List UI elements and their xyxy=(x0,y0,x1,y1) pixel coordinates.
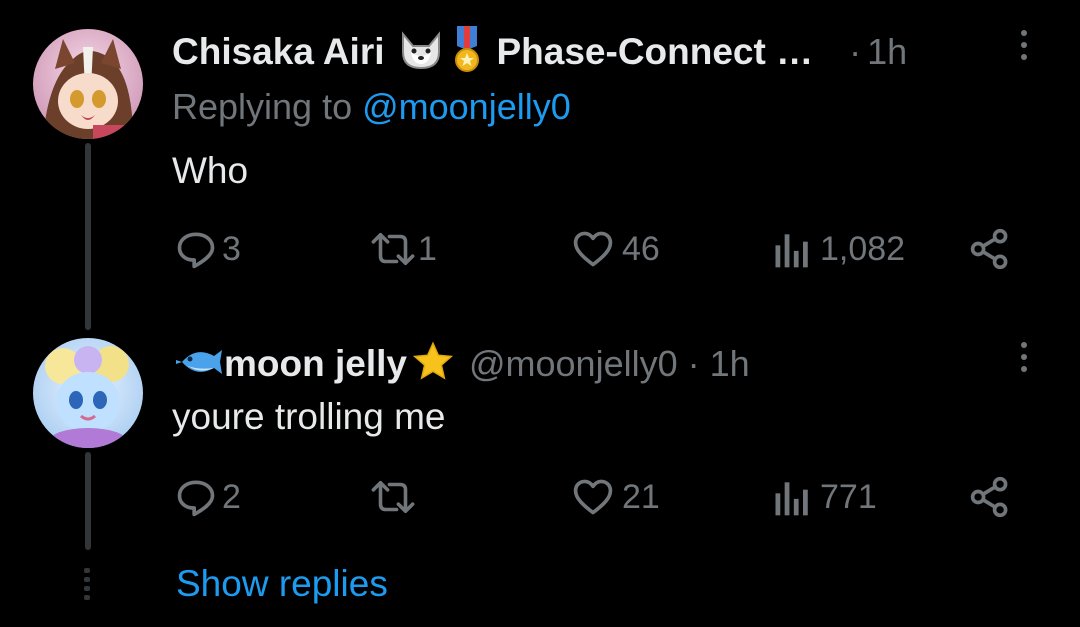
star-icon xyxy=(411,340,455,389)
wolf-face-icon xyxy=(399,30,443,75)
collapsed-thread-dots xyxy=(84,568,90,604)
reply-button[interactable]: 2 xyxy=(174,475,241,519)
tweet-header: Chisaka Airi Phase-Connect … · 1h xyxy=(172,25,907,79)
separator-dot: · xyxy=(687,343,700,384)
view-count: 771 xyxy=(820,477,877,516)
separator-dot: · xyxy=(849,31,862,72)
retweet-icon xyxy=(371,232,415,266)
tweet-chisaka-airi[interactable]: Chisaka Airi Phase-Connect … · 1h Replyi… xyxy=(0,0,1080,330)
timestamp[interactable]: 1h xyxy=(867,31,907,73)
thread-line xyxy=(85,143,91,330)
avatar[interactable] xyxy=(33,29,143,139)
share-icon xyxy=(970,476,1008,518)
military-medal-icon xyxy=(453,25,481,79)
views-button[interactable]: 771 xyxy=(772,475,877,519)
share-button[interactable] xyxy=(968,227,1012,271)
retweet-count: 1 xyxy=(418,229,437,268)
replying-prefix: Replying to xyxy=(172,86,363,127)
share-button[interactable] xyxy=(968,475,1012,519)
analytics-icon xyxy=(775,234,808,268)
reply-count: 3 xyxy=(222,229,241,268)
author-handle[interactable]: @moonjelly0 xyxy=(469,343,678,385)
tweet-text: Who xyxy=(172,150,249,191)
like-button[interactable]: 46 xyxy=(570,227,660,271)
replying-to: Replying to @moonjelly0 xyxy=(172,86,571,128)
show-replies-link[interactable]: Show replies xyxy=(176,563,388,605)
tweet-header: moon jelly @moonjelly0 · 1h xyxy=(172,338,750,390)
tweet-text: youre trolling me xyxy=(172,396,446,437)
thread-line xyxy=(85,452,91,550)
replying-handle-link[interactable]: @moonjelly0 xyxy=(362,86,571,127)
more-options-icon[interactable] xyxy=(1018,342,1030,382)
avatar[interactable] xyxy=(33,338,143,448)
heart-icon xyxy=(573,479,613,515)
reply-button[interactable]: 3 xyxy=(174,227,241,271)
reply-icon xyxy=(177,232,215,269)
author-name[interactable]: moon jelly xyxy=(224,343,407,385)
heart-icon xyxy=(573,231,613,267)
like-count: 21 xyxy=(622,477,660,516)
more-options-icon[interactable] xyxy=(1018,30,1030,70)
share-icon xyxy=(970,228,1008,270)
like-button[interactable]: 21 xyxy=(570,475,660,519)
view-count: 1,082 xyxy=(820,229,906,268)
fish-icon xyxy=(172,344,224,385)
action-bar: 3 1 46 1,082 xyxy=(172,227,1012,271)
retweet-button[interactable] xyxy=(368,475,422,519)
affiliation[interactable]: Phase-Connect … xyxy=(497,31,814,73)
analytics-icon xyxy=(775,482,808,516)
reply-icon xyxy=(177,480,215,517)
tweet-moon-jelly[interactable]: moon jelly @moonjelly0 · 1h youre trolli… xyxy=(0,330,1080,560)
like-count: 46 xyxy=(622,229,660,268)
retweet-button[interactable]: 1 xyxy=(368,227,437,271)
reply-count: 2 xyxy=(222,477,241,516)
retweet-icon xyxy=(371,480,415,514)
action-bar: 2 21 771 xyxy=(172,475,1012,519)
timestamp[interactable]: 1h xyxy=(710,343,750,385)
author-name[interactable]: Chisaka Airi xyxy=(172,31,385,73)
views-button[interactable]: 1,082 xyxy=(772,227,905,271)
